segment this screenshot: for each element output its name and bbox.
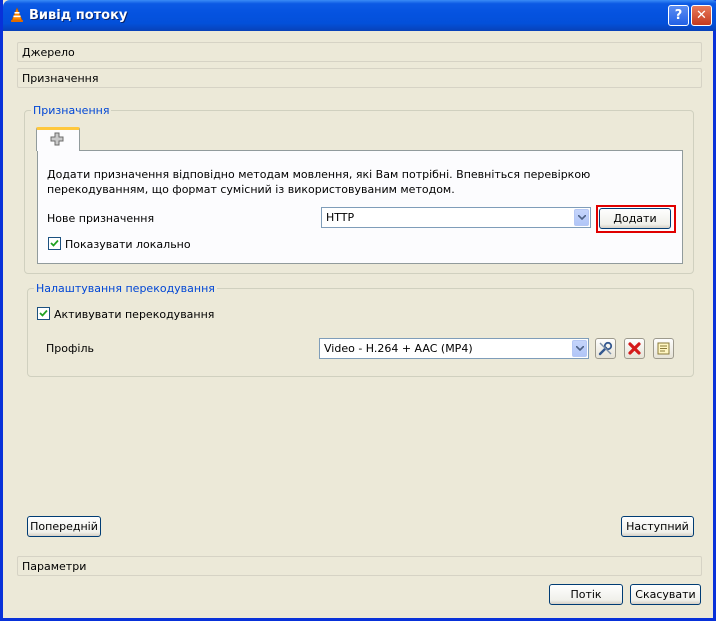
show-locally-checkbox[interactable]	[48, 237, 61, 250]
section-destination-label: Призначення	[22, 72, 99, 85]
wrench-icon	[598, 341, 613, 356]
destination-type-value: HTTP	[326, 211, 355, 224]
destination-type-select[interactable]: HTTP	[321, 207, 591, 228]
close-icon: ✕	[696, 8, 707, 23]
activate-transcode-checkbox[interactable]	[37, 307, 50, 320]
new-profile-icon	[657, 342, 670, 355]
chevron-down-icon[interactable]	[572, 340, 587, 357]
delete-icon	[628, 342, 641, 355]
help-icon: ?	[674, 8, 683, 23]
destination-group-legend: Призначення	[33, 104, 110, 117]
profile-label: Профіль	[46, 342, 94, 355]
delete-profile-button[interactable]	[624, 338, 645, 359]
profile-select[interactable]: Video - H.264 + AAC (MP4)	[319, 338, 589, 359]
section-source[interactable]: Джерело	[17, 42, 702, 62]
checkmark-icon	[39, 309, 48, 317]
plus-icon	[50, 132, 64, 146]
transcode-group-legend: Налаштування перекодування	[36, 282, 215, 295]
add-destination-tab[interactable]	[36, 127, 80, 151]
new-profile-button[interactable]	[653, 338, 674, 359]
next-button[interactable]: Наступний	[621, 516, 694, 537]
activate-transcode-label: Активувати перекодування	[54, 308, 215, 321]
previous-button[interactable]: Попередній	[27, 516, 101, 537]
section-options[interactable]: Параметри	[17, 556, 702, 576]
vlc-cone-icon	[11, 7, 23, 22]
close-button[interactable]: ✕	[691, 5, 712, 26]
title-bar: Вивід потоку ? ✕	[3, 0, 716, 31]
section-source-label: Джерело	[22, 46, 75, 59]
profile-value: Video - H.264 + AAC (MP4)	[324, 342, 473, 355]
add-destination-button[interactable]: Додати	[599, 208, 671, 229]
cancel-button[interactable]: Скасувати	[630, 584, 701, 605]
show-locally-label: Показувати локально	[65, 238, 191, 251]
window-title: Вивід потоку	[29, 8, 128, 23]
edit-profile-button[interactable]	[595, 338, 616, 359]
stream-output-dialog: Вивід потоку ? ✕ Джерело Призначення При…	[0, 0, 716, 621]
section-options-label: Параметри	[22, 560, 87, 573]
help-button[interactable]: ?	[668, 5, 689, 26]
chevron-down-icon[interactable]	[574, 209, 589, 226]
transcode-group: Налаштування перекодування	[27, 282, 694, 377]
new-destination-label: Нове призначення	[47, 212, 155, 225]
section-destination[interactable]: Призначення	[17, 68, 702, 88]
destination-description: Додати призначення відповідно методам мо…	[47, 168, 591, 196]
checkmark-icon	[50, 239, 59, 247]
stream-button[interactable]: Потік	[549, 584, 623, 605]
